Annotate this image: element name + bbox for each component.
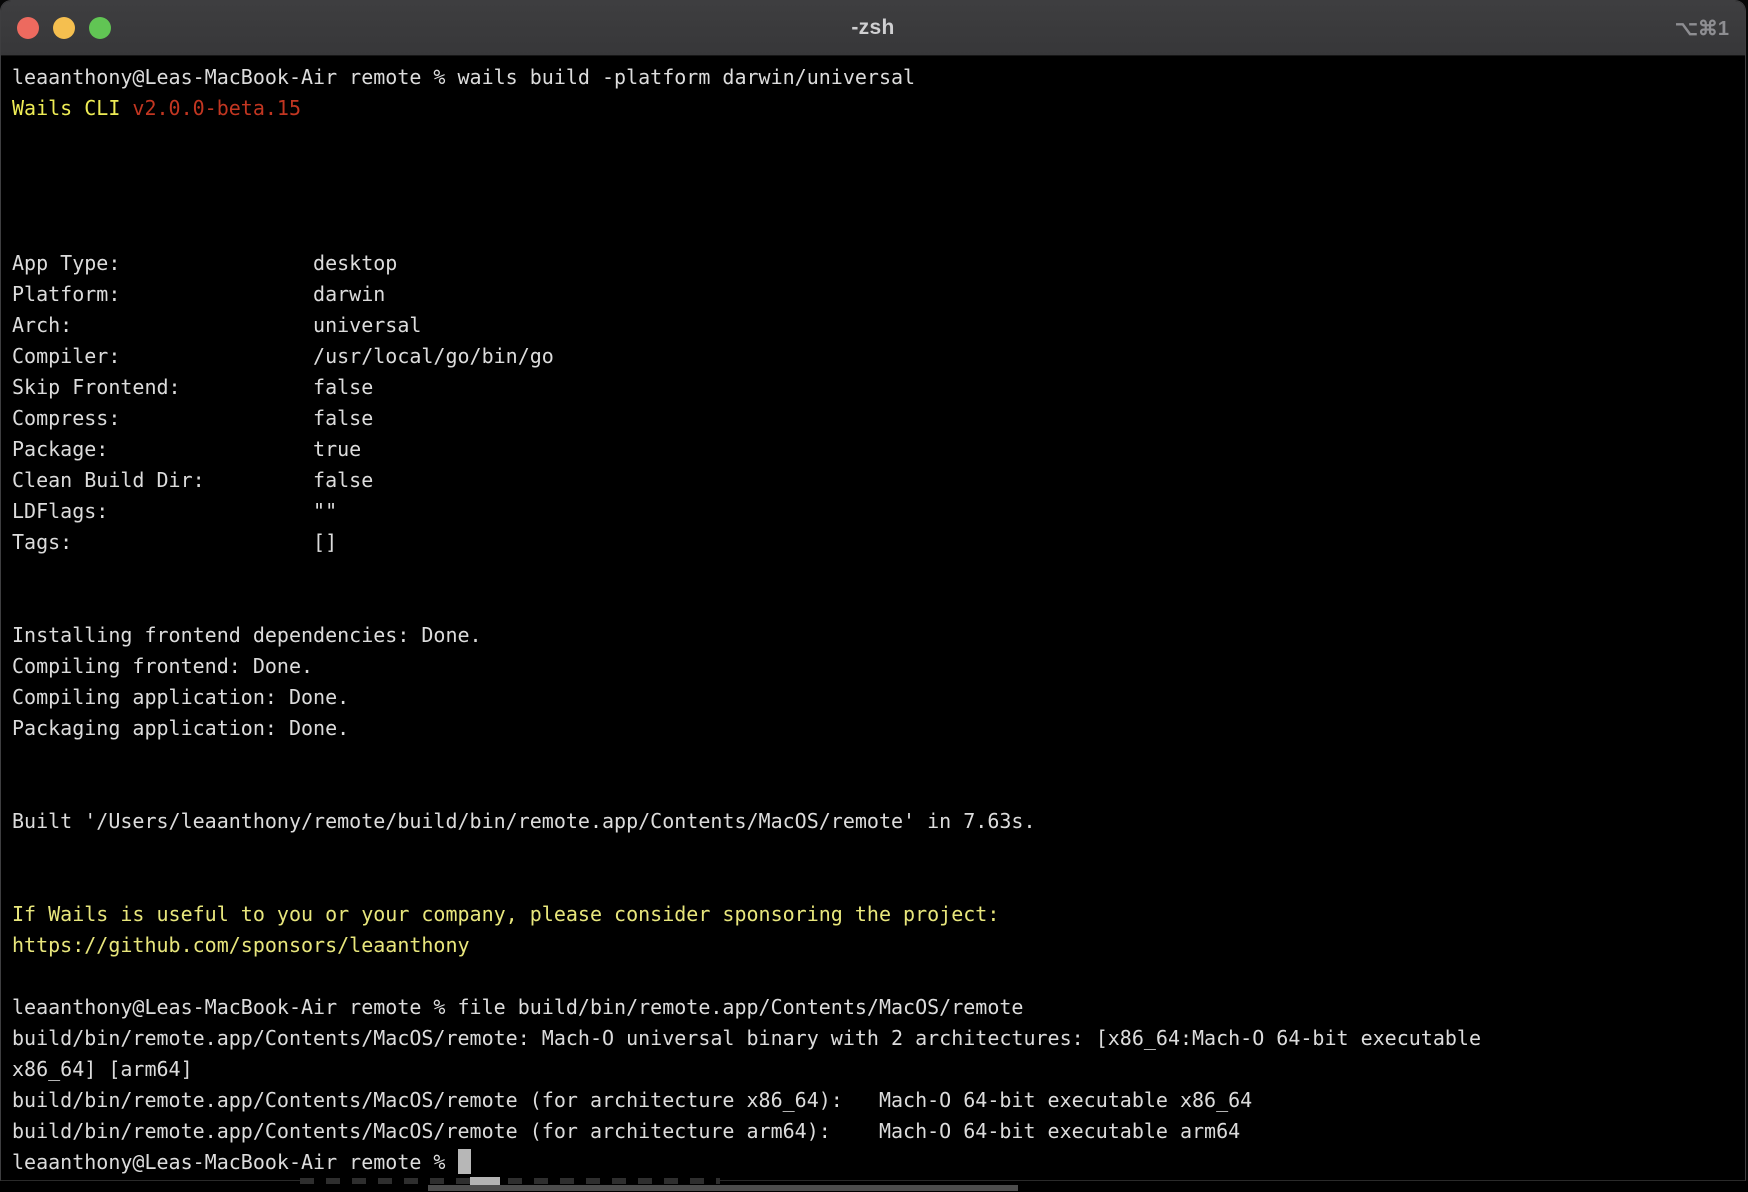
zoom-button[interactable] bbox=[89, 17, 111, 39]
terminal-text-segment: build/bin/remote.app/Contents/MacOS/remo… bbox=[12, 1088, 1252, 1112]
terminal-line bbox=[12, 868, 1745, 899]
terminal-text-segment: Skip Frontend: false bbox=[12, 375, 373, 399]
terminal-text-segment: Clean Build Dir: false bbox=[12, 468, 373, 492]
terminal-line: build/bin/remote.app/Contents/MacOS/remo… bbox=[12, 1023, 1745, 1054]
terminal-window: -zsh ⌥⌘1 leaanthony@Leas-MacBook-Air rem… bbox=[0, 0, 1746, 1181]
terminal-text-segment: Compress: false bbox=[12, 406, 373, 430]
minimize-button[interactable] bbox=[53, 17, 75, 39]
terminal-line: Clean Build Dir: false bbox=[12, 465, 1745, 496]
terminal-text-segment: v2.0.0-beta.15 bbox=[132, 96, 301, 120]
terminal-text-segment: LDFlags: "" bbox=[12, 499, 337, 523]
terminal-line bbox=[12, 589, 1745, 620]
traffic-lights bbox=[17, 1, 111, 55]
terminal-line bbox=[12, 837, 1745, 868]
terminal-text-segment: leaanthony@Leas-MacBook-Air remote % bbox=[12, 1150, 458, 1174]
terminal-line: Compiling application: Done. bbox=[12, 682, 1745, 713]
terminal-line: Arch: universal bbox=[12, 310, 1745, 341]
terminal-line: build/bin/remote.app/Contents/MacOS/remo… bbox=[12, 1116, 1745, 1147]
terminal-line: Installing frontend dependencies: Done. bbox=[12, 620, 1745, 651]
terminal-text-segment: Compiling frontend: Done. bbox=[12, 654, 313, 678]
terminal-text-segment: Arch: universal bbox=[12, 313, 421, 337]
terminal-text-segment: Package: true bbox=[12, 437, 361, 461]
terminal-line bbox=[12, 775, 1745, 806]
terminal-line: Compiler: /usr/local/go/bin/go bbox=[12, 341, 1745, 372]
terminal-output[interactable]: leaanthony@Leas-MacBook-Air remote % wai… bbox=[1, 56, 1745, 1178]
terminal-line: Skip Frontend: false bbox=[12, 372, 1745, 403]
terminal-line bbox=[12, 124, 1745, 155]
terminal-text-segment: Tags: [] bbox=[12, 530, 337, 554]
terminal-text-segment: App Type: desktop bbox=[12, 251, 397, 275]
terminal-text-segment: If Wails is useful to you or your compan… bbox=[12, 902, 999, 926]
terminal-line bbox=[12, 217, 1745, 248]
terminal-line: Compiling frontend: Done. bbox=[12, 651, 1745, 682]
terminal-line: Tags: [] bbox=[12, 527, 1745, 558]
terminal-text-segment: Packaging application: Done. bbox=[12, 716, 349, 740]
background-text-fragment bbox=[300, 1178, 720, 1184]
terminal-line: Packaging application: Done. bbox=[12, 713, 1745, 744]
terminal-line bbox=[12, 155, 1745, 186]
close-button[interactable] bbox=[17, 17, 39, 39]
terminal-line: build/bin/remote.app/Contents/MacOS/remo… bbox=[12, 1085, 1745, 1116]
window-title: -zsh bbox=[1, 16, 1745, 40]
terminal-line: x86_64] [arm64] bbox=[12, 1054, 1745, 1085]
terminal-line: Compress: false bbox=[12, 403, 1745, 434]
terminal-line bbox=[12, 961, 1745, 992]
terminal-line: leaanthony@Leas-MacBook-Air remote % fil… bbox=[12, 992, 1745, 1023]
terminal-line: App Type: desktop bbox=[12, 248, 1745, 279]
terminal-text-segment: Compiling application: Done. bbox=[12, 685, 349, 709]
terminal-text-segment: https://github.com/sponsors/leaanthony bbox=[12, 933, 470, 957]
terminal-cursor[interactable] bbox=[458, 1149, 471, 1174]
terminal-text-segment: Platform: darwin bbox=[12, 282, 385, 306]
terminal-line: leaanthony@Leas-MacBook-Air remote % wai… bbox=[12, 62, 1745, 93]
terminal-text-segment: Installing frontend dependencies: Done. bbox=[12, 623, 482, 647]
terminal-text-segment: Wails CLI bbox=[12, 96, 132, 120]
terminal-line: https://github.com/sponsors/leaanthony bbox=[12, 930, 1745, 961]
terminal-line: If Wails is useful to you or your compan… bbox=[12, 899, 1745, 930]
terminal-text-segment: build/bin/remote.app/Contents/MacOS/remo… bbox=[12, 1119, 1240, 1143]
terminal-text-segment: leaanthony@Leas-MacBook-Air remote % fil… bbox=[12, 995, 1023, 1019]
terminal-line: Package: true bbox=[12, 434, 1745, 465]
terminal-line bbox=[12, 744, 1745, 775]
terminal-text-segment: leaanthony@Leas-MacBook-Air remote % wai… bbox=[12, 65, 915, 89]
background-window-sliver bbox=[0, 1181, 1748, 1192]
terminal-line bbox=[12, 558, 1745, 589]
terminal-text-segment: Built '/Users/leaanthony/remote/build/bi… bbox=[12, 809, 1036, 833]
titlebar[interactable]: -zsh ⌥⌘1 bbox=[1, 1, 1745, 56]
terminal-line bbox=[12, 186, 1745, 217]
terminal-line: Built '/Users/leaanthony/remote/build/bi… bbox=[12, 806, 1745, 837]
terminal-text-segment: build/bin/remote.app/Contents/MacOS/remo… bbox=[12, 1026, 1481, 1050]
terminal-text-segment: Compiler: /usr/local/go/bin/go bbox=[12, 344, 554, 368]
window-shortcut-hint: ⌥⌘1 bbox=[1675, 1, 1729, 55]
terminal-line: leaanthony@Leas-MacBook-Air remote % bbox=[12, 1147, 1745, 1178]
terminal-text-segment: x86_64] [arm64] bbox=[12, 1057, 193, 1081]
terminal-line: LDFlags: "" bbox=[12, 496, 1745, 527]
terminal-line: Wails CLI v2.0.0-beta.15 bbox=[12, 93, 1745, 124]
background-window-fragment bbox=[428, 1185, 1018, 1191]
terminal-line: Platform: darwin bbox=[12, 279, 1745, 310]
